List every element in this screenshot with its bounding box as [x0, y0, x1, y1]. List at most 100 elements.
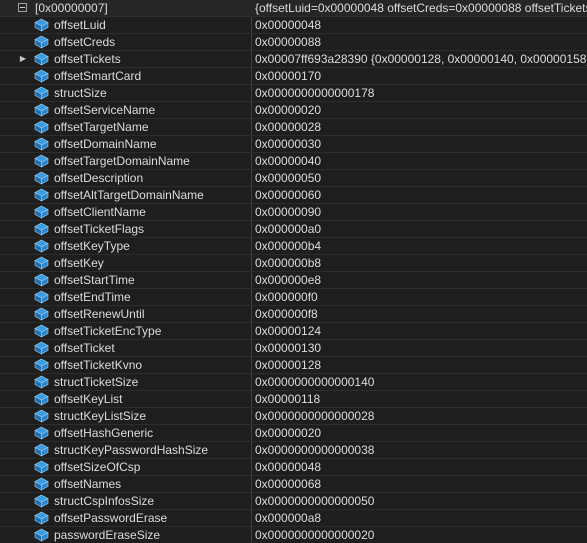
- field-name: passwordEraseSize: [54, 528, 161, 542]
- field-value: 0x000000e8: [255, 273, 322, 287]
- field-value: 0x000000b8: [255, 256, 322, 270]
- field-value: 0x000000a0: [255, 222, 322, 236]
- watch-row[interactable]: offsetClientName 0x00000090: [0, 204, 587, 221]
- field-value: 0x00000090: [255, 205, 322, 219]
- field-value: 0x00000124: [255, 324, 322, 338]
- field-value: 0x0000000000000050: [255, 494, 375, 508]
- watch-row[interactable]: offsetRenewUntil 0x000000f8: [0, 306, 587, 323]
- field-value: 0x00000030: [255, 137, 322, 151]
- field-value: 0x00000118: [255, 392, 321, 406]
- watch-row[interactable]: offsetDomainName 0x00000030: [0, 136, 587, 153]
- field-name: offsetNames: [54, 477, 122, 491]
- watch-row[interactable]: offsetPasswordErase 0x000000a8: [0, 510, 587, 527]
- collapse-box-icon[interactable]: [18, 3, 27, 12]
- field-value: 0x0000000000000020: [255, 528, 375, 542]
- field-name: offsetTargetDomainName: [54, 154, 190, 168]
- field-value: 0x00000068: [255, 477, 322, 491]
- watch-row[interactable]: offsetKey 0x000000b8: [0, 255, 587, 272]
- field-icon: [34, 443, 49, 457]
- field-value: 0x00000020: [255, 426, 322, 440]
- field-icon: [34, 103, 49, 117]
- watch-row[interactable]: offsetKeyType 0x000000b4: [0, 238, 587, 255]
- watch-row[interactable]: offsetSmartCard 0x00000170: [0, 68, 587, 85]
- watch-row[interactable]: offsetEndTime 0x000000f0: [0, 289, 587, 306]
- field-value: 0x00000170: [255, 69, 322, 83]
- field-name: structTicketSize: [54, 375, 139, 389]
- watch-row[interactable]: structTicketSize 0x0000000000000140: [0, 374, 587, 391]
- field-icon: [34, 205, 49, 219]
- watch-row[interactable]: offsetAltTargetDomainName 0x00000060: [0, 187, 587, 204]
- watch-row[interactable]: structKeyListSize 0x0000000000000028: [0, 408, 587, 425]
- watch-row[interactable]: offsetDescription 0x00000050: [0, 170, 587, 187]
- field-icon: [34, 426, 49, 440]
- field-icon: [34, 188, 49, 202]
- field-icon: [34, 477, 49, 491]
- field-icon: [34, 409, 49, 423]
- field-name: offsetLuid: [54, 18, 106, 32]
- field-name: offsetSizeOfCsp: [54, 460, 141, 474]
- field-icon: [34, 494, 49, 508]
- watch-row[interactable]: offsetTargetName 0x00000028: [0, 119, 587, 136]
- field-value: 0x000000b4: [255, 239, 322, 253]
- field-icon: [34, 69, 49, 83]
- watch-row[interactable]: structSize 0x0000000000000178: [0, 85, 587, 102]
- watch-row[interactable]: structCspInfosSize 0x0000000000000050: [0, 493, 587, 510]
- field-name: offsetHashGeneric: [54, 426, 154, 440]
- watch-row[interactable]: offsetNames 0x00000068: [0, 476, 587, 493]
- watch-row[interactable]: offsetTargetDomainName 0x00000040: [0, 153, 587, 170]
- watch-row[interactable]: offsetKeyList 0x00000118: [0, 391, 587, 408]
- field-icon: [34, 222, 49, 236]
- watch-header-row[interactable]: [0x00000007] {offsetLuid=0x00000048 offs…: [0, 0, 587, 17]
- header-value: {offsetLuid=0x00000048 offsetCreds=0x000…: [255, 1, 587, 15]
- field-name: offsetRenewUntil: [54, 307, 145, 321]
- field-name: offsetTicket: [54, 341, 115, 355]
- field-name: offsetTicketKvno: [54, 358, 143, 372]
- field-name: structSize: [54, 86, 107, 100]
- watch-row[interactable]: offsetTicket 0x00000130: [0, 340, 587, 357]
- field-name: offsetKey: [54, 256, 104, 270]
- field-name: structKeyListSize: [54, 409, 147, 423]
- field-name: offsetTicketFlags: [54, 222, 145, 236]
- field-icon: [34, 528, 49, 542]
- field-value: 0x0000000000000178: [255, 86, 375, 100]
- field-name: structCspInfosSize: [54, 494, 155, 508]
- watch-row[interactable]: offsetStartTime 0x000000e8: [0, 272, 587, 289]
- watch-row[interactable]: passwordEraseSize 0x0000000000000020: [0, 527, 587, 543]
- expand-arrow-icon[interactable]: ▶: [18, 51, 28, 67]
- field-icon: [34, 137, 49, 151]
- watch-row[interactable]: ▶ offsetTickets 0x00007ff693a28390 {0x0000…: [0, 51, 587, 68]
- field-icon: [34, 358, 49, 372]
- field-value: 0x000000f0: [255, 290, 318, 304]
- watch-row[interactable]: offsetSizeOfCsp 0x00000048: [0, 459, 587, 476]
- field-value: 0x00000088: [255, 35, 322, 49]
- field-name: structKeyPasswordHashSize: [54, 443, 209, 457]
- watch-row[interactable]: offsetTicketFlags 0x000000a0: [0, 221, 587, 238]
- field-value: 0x00000048: [255, 18, 322, 32]
- field-value: 0x000000a8: [255, 511, 322, 525]
- field-value: 0x00000028: [255, 120, 322, 134]
- field-value: 0x00000050: [255, 171, 322, 185]
- field-name: offsetTicketEncType: [54, 324, 162, 338]
- field-name: offsetPasswordErase: [54, 511, 168, 525]
- watch-row[interactable]: offsetTicketKvno 0x00000128: [0, 357, 587, 374]
- field-value: 0x0000000000000038: [255, 443, 375, 457]
- field-name: offsetDescription: [54, 171, 144, 185]
- watch-row[interactable]: offsetHashGeneric 0x00000020: [0, 425, 587, 442]
- field-icon: [34, 35, 49, 49]
- field-name: offsetAltTargetDomainName: [54, 188, 204, 202]
- field-value: 0x00000130: [255, 341, 322, 355]
- watch-row[interactable]: offsetTicketEncType 0x00000124: [0, 323, 587, 340]
- field-icon: [34, 86, 49, 100]
- field-name: offsetClientName: [54, 205, 146, 219]
- field-name: offsetSmartCard: [54, 69, 142, 83]
- field-value: 0x00000060: [255, 188, 322, 202]
- watch-row[interactable]: offsetServiceName 0x00000020: [0, 102, 587, 119]
- field-value: 0x00000020: [255, 103, 322, 117]
- watch-row[interactable]: offsetCreds 0x00000088: [0, 34, 587, 51]
- field-value: 0x00000048: [255, 460, 322, 474]
- field-name: offsetCreds: [54, 35, 116, 49]
- watch-row[interactable]: offsetLuid 0x00000048: [0, 17, 587, 34]
- field-icon: [34, 341, 49, 355]
- watch-row[interactable]: structKeyPasswordHashSize 0x0000000000000…: [0, 442, 587, 459]
- field-icon: [34, 290, 49, 304]
